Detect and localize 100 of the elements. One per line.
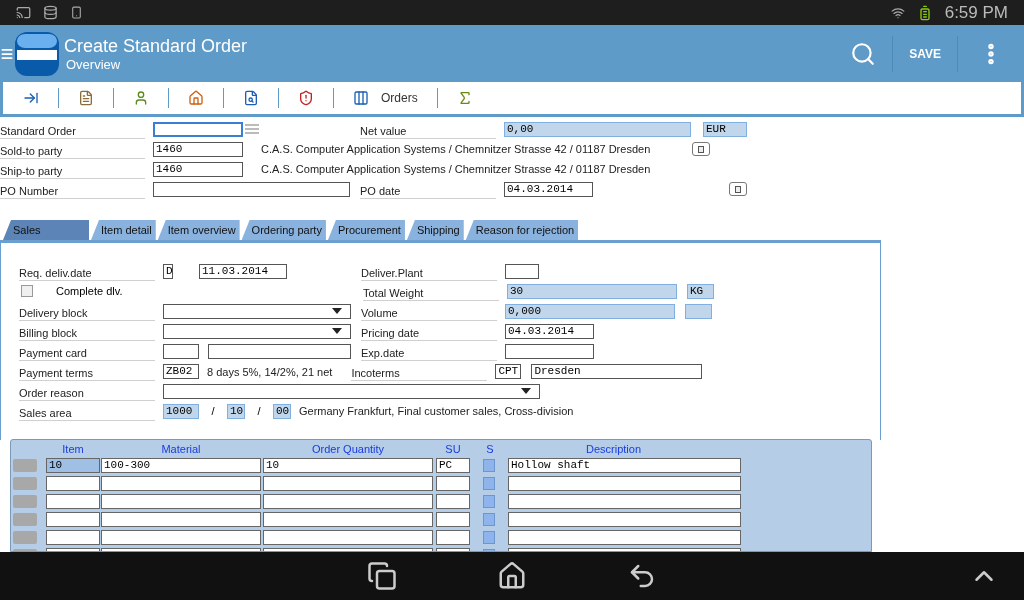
table-cell[interactable] bbox=[508, 530, 741, 545]
input-field[interactable]: 11.03.2014 bbox=[199, 263, 287, 279]
menu-icon[interactable] bbox=[0, 46, 14, 61]
table-cell[interactable] bbox=[101, 530, 261, 545]
status-cell bbox=[483, 477, 495, 490]
table-cell[interactable] bbox=[436, 530, 470, 545]
field-label: Net value bbox=[360, 119, 496, 139]
table-cell[interactable] bbox=[508, 494, 741, 509]
table-cell[interactable] bbox=[436, 494, 470, 509]
window-subtitle: Overview bbox=[66, 56, 122, 73]
field-label: Pricing date bbox=[361, 321, 497, 341]
document-search-icon[interactable] bbox=[243, 90, 259, 106]
window-title: Create Standard Order bbox=[64, 34, 248, 57]
table-cell[interactable] bbox=[508, 512, 741, 527]
details-button[interactable] bbox=[692, 142, 711, 156]
column-header: Description bbox=[585, 442, 642, 458]
column-header: SU bbox=[444, 442, 462, 458]
table-cell[interactable] bbox=[508, 476, 741, 491]
search-icon[interactable] bbox=[850, 40, 877, 67]
field-label: Payment terms bbox=[19, 361, 155, 381]
table-cell[interactable]: PC bbox=[436, 458, 470, 473]
checkbox[interactable] bbox=[21, 285, 33, 297]
tab[interactable]: Procurement bbox=[327, 220, 405, 240]
person-icon[interactable] bbox=[133, 90, 149, 106]
party-description: C.A.S. Computer Application Systems / Chemnitzer Strasse 42 / 01187 Dresden bbox=[261, 161, 651, 177]
tab[interactable]: Item overview bbox=[157, 220, 240, 240]
separator: / bbox=[256, 403, 262, 419]
input-field[interactable]: 1460 bbox=[153, 141, 243, 157]
status-cell bbox=[483, 513, 495, 526]
tab[interactable]: Sales bbox=[3, 220, 89, 240]
table-cell[interactable]: 10 bbox=[46, 458, 100, 473]
input-field[interactable]: 30 bbox=[507, 283, 677, 299]
status-cell bbox=[483, 531, 495, 544]
dropdown[interactable] bbox=[163, 323, 351, 339]
status-cell bbox=[483, 459, 495, 472]
input-field[interactable] bbox=[685, 303, 712, 319]
status-cell bbox=[483, 495, 495, 508]
table-cell[interactable] bbox=[46, 512, 100, 527]
field-label: Sales area bbox=[19, 401, 155, 421]
sales-area-description: Germany Frankfurt, Final customer sales, Cross-division bbox=[299, 403, 574, 419]
tab[interactable]: Ordering party bbox=[241, 220, 326, 240]
input-field[interactable]: ZB02 bbox=[163, 363, 199, 379]
table-cell[interactable] bbox=[263, 476, 433, 491]
party-description: C.A.S. Computer Application Systems / Chemnitzer Strasse 42 / 01187 Dresden bbox=[261, 141, 651, 157]
field-label: Volume bbox=[361, 301, 497, 321]
table-cell[interactable] bbox=[436, 512, 470, 527]
input-field[interactable] bbox=[163, 343, 199, 359]
wifi-icon bbox=[890, 5, 905, 20]
input-field[interactable]: KG bbox=[687, 283, 714, 299]
input-field[interactable]: D bbox=[163, 263, 173, 279]
caret-icon bbox=[332, 308, 342, 314]
input-field[interactable] bbox=[208, 343, 351, 359]
field-label: PO date bbox=[360, 179, 496, 199]
table-cell[interactable] bbox=[263, 494, 433, 509]
input-field[interactable] bbox=[153, 121, 243, 137]
table-cell[interactable]: Hollow shaft bbox=[508, 458, 741, 473]
input-field[interactable]: 00 bbox=[273, 403, 291, 419]
input-field[interactable]: EUR bbox=[703, 121, 747, 137]
input-field[interactable]: 1460 bbox=[153, 161, 243, 177]
input-field[interactable]: 0,000 bbox=[505, 303, 675, 319]
table-cell[interactable]: 10 bbox=[263, 458, 433, 473]
house-icon[interactable] bbox=[188, 90, 204, 106]
input-field[interactable]: 04.03.2014 bbox=[504, 181, 593, 197]
table-cell[interactable] bbox=[46, 530, 100, 545]
recent-apps-icon[interactable] bbox=[367, 561, 397, 591]
table-cell[interactable] bbox=[101, 512, 261, 527]
columns-icon bbox=[353, 90, 369, 106]
table-cell[interactable] bbox=[46, 494, 100, 509]
orders-button[interactable]: Orders bbox=[353, 89, 418, 107]
tab[interactable]: Reason for rejection bbox=[465, 220, 579, 240]
tab[interactable]: Shipping bbox=[406, 220, 464, 240]
home-icon[interactable] bbox=[497, 561, 527, 591]
table-cell[interactable] bbox=[263, 530, 433, 545]
input-field[interactable] bbox=[505, 263, 539, 279]
input-field[interactable]: CPT bbox=[495, 363, 522, 379]
dropdown[interactable] bbox=[163, 303, 351, 319]
column-header: Material bbox=[160, 442, 202, 458]
caret-icon bbox=[332, 328, 342, 334]
input-field[interactable]: 04.03.2014 bbox=[505, 323, 594, 339]
input-field[interactable]: 0,00 bbox=[504, 121, 691, 137]
table-cell[interactable] bbox=[436, 476, 470, 491]
column-header: Item bbox=[61, 442, 85, 458]
table-cell[interactable] bbox=[263, 512, 433, 527]
input-field[interactable]: 1000 bbox=[163, 403, 199, 419]
input-field[interactable] bbox=[505, 343, 594, 359]
dropdown[interactable] bbox=[163, 383, 540, 399]
shield-alert-icon[interactable] bbox=[298, 90, 314, 106]
tab[interactable]: Item detail bbox=[91, 220, 156, 240]
field-label: Req. deliv.date bbox=[19, 261, 155, 281]
input-field[interactable] bbox=[153, 181, 350, 197]
table-cell[interactable] bbox=[101, 476, 261, 491]
table-cell[interactable]: 100-300 bbox=[101, 458, 261, 473]
input-field[interactable]: 10 bbox=[227, 403, 245, 419]
field-label: Payment card bbox=[19, 341, 155, 361]
table-cell[interactable] bbox=[101, 494, 261, 509]
table-cell[interactable] bbox=[46, 476, 100, 491]
app-logo-icon bbox=[14, 30, 60, 77]
input-field[interactable]: Dresden bbox=[531, 363, 703, 379]
field-label: Billing block bbox=[19, 321, 155, 341]
separator: / bbox=[210, 403, 216, 419]
